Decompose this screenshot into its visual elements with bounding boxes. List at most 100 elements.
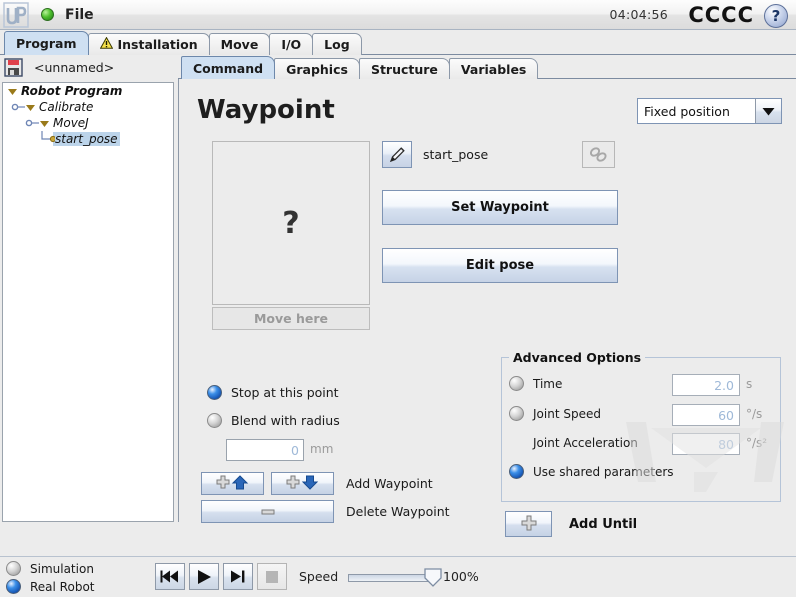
delete-waypoint-button[interactable]	[201, 500, 334, 523]
tab-program[interactable]: Program	[4, 31, 89, 55]
position-type-dropdown[interactable]: Fixed position	[637, 98, 782, 124]
tree-item-start-pose[interactable]: start_pose	[3, 131, 173, 147]
move-here-label: Move here	[253, 311, 329, 326]
add-until-row: Add Until	[505, 511, 637, 537]
advanced-time-unit: s	[746, 377, 753, 391]
transport-controls	[155, 563, 287, 590]
use-shared-parameters-label: Use shared parameters	[533, 464, 674, 479]
use-shared-parameters-radio[interactable]: Use shared parameters	[509, 464, 674, 479]
tab-installation-label: Installation	[117, 37, 198, 52]
speed-label: Speed	[299, 569, 339, 584]
robot-mode-group: Simulation Real Robot	[6, 561, 95, 597]
simulation-radio[interactable]: Simulation	[6, 561, 95, 576]
tab-program-label: Program	[16, 36, 77, 51]
command-tab-bar: Command Graphics Structure Variables	[178, 55, 796, 79]
tab-structure[interactable]: Structure	[358, 58, 450, 79]
real-robot-label: Real Robot	[30, 579, 95, 594]
program-tree[interactable]: Robot Program Calibrate MoveJ start_pose	[2, 82, 174, 522]
advanced-joint-speed-label: Joint Speed	[533, 406, 601, 421]
stop-at-point-radio[interactable]: Stop at this point	[207, 385, 339, 400]
tree-item-calibrate[interactable]: Calibrate	[3, 99, 173, 115]
tab-installation[interactable]: Installation	[87, 33, 210, 55]
plus-down-arrow-icon	[285, 475, 321, 493]
brand-label: CCCC	[688, 3, 754, 27]
radio-indicator	[509, 376, 524, 391]
speed-slider-handle[interactable]	[424, 568, 442, 587]
tree-connector	[11, 99, 25, 115]
add-until-label: Add Until	[569, 516, 638, 532]
tree-item-movej[interactable]: MoveJ	[3, 115, 173, 131]
tree-connector	[25, 115, 39, 131]
advanced-joint-speed-radio[interactable]: Joint Speed	[509, 406, 601, 421]
advanced-time-value: 2.0	[714, 377, 734, 393]
radio-indicator	[6, 579, 21, 594]
stop-square-icon[interactable]	[257, 563, 287, 590]
position-type-value: Fixed position	[644, 103, 730, 119]
floppy-disk-icon[interactable]	[4, 58, 23, 77]
blend-radius-value: 0	[291, 442, 299, 458]
file-menu[interactable]: File	[65, 7, 94, 23]
simulation-label: Simulation	[30, 561, 94, 576]
tab-structure-label: Structure	[370, 61, 438, 77]
advanced-time-input[interactable]: 2.0	[672, 374, 740, 396]
tab-graphics[interactable]: Graphics	[274, 58, 360, 79]
clock: 04:04:56	[609, 7, 668, 22]
chain-link-icon[interactable]	[582, 141, 615, 168]
expand-triangle-icon[interactable]	[39, 118, 50, 129]
chevron-down-icon[interactable]	[755, 99, 781, 123]
radio-indicator	[509, 406, 524, 421]
tab-log[interactable]: Log	[312, 33, 362, 55]
help-icon[interactable]: ?	[764, 4, 788, 28]
move-here-button[interactable]: Move here	[212, 307, 370, 330]
add-waypoint-before-button[interactable]	[201, 472, 264, 495]
advanced-joint-acceleration-input[interactable]: 80	[672, 433, 740, 455]
tree-item-label: start_pose	[53, 132, 120, 146]
advanced-joint-speed-input[interactable]: 60	[672, 404, 740, 426]
delete-waypoint-row: Delete Waypoint	[201, 500, 450, 523]
edit-pose-label: Edit pose	[465, 258, 535, 273]
program-file-toolbar: <unnamed>	[0, 55, 177, 80]
set-waypoint-button[interactable]: Set Waypoint	[382, 190, 618, 225]
speed-slider-track[interactable]	[348, 574, 436, 582]
tree-item-robot-program[interactable]: Robot Program	[3, 83, 173, 99]
advanced-joint-acceleration-value: 80	[718, 436, 734, 452]
advanced-options-title: Advanced Options	[509, 350, 646, 365]
tab-command-label: Command	[193, 60, 264, 76]
tab-variables[interactable]: Variables	[448, 58, 539, 79]
advanced-time-radio[interactable]: Time	[509, 376, 562, 391]
add-waypoint-row: Add Waypoint	[201, 472, 433, 495]
tree-item-label: Robot Program	[21, 84, 123, 98]
tab-io[interactable]: I/O	[269, 33, 314, 55]
blend-with-radius-radio[interactable]: Blend with radius	[207, 413, 340, 428]
tree-item-label: MoveJ	[53, 116, 89, 130]
tab-command[interactable]: Command	[181, 56, 276, 79]
step-forward-icon[interactable]	[223, 563, 253, 590]
warning-triangle-icon	[99, 36, 113, 52]
radio-indicator	[6, 561, 21, 576]
skip-back-icon[interactable]	[155, 563, 185, 590]
add-waypoint-label: Add Waypoint	[346, 476, 433, 491]
speed-percent: 100%	[443, 569, 479, 584]
pencil-icon[interactable]	[382, 141, 412, 168]
real-robot-radio[interactable]: Real Robot	[6, 579, 95, 594]
add-until-button[interactable]	[505, 511, 552, 537]
program-name-label: <unnamed>	[34, 60, 115, 75]
add-waypoint-after-button[interactable]	[271, 472, 334, 495]
radio-indicator	[509, 464, 524, 479]
waypoint-name-label: start_pose	[423, 147, 489, 162]
set-waypoint-label: Set Waypoint	[451, 200, 549, 215]
advanced-joint-acceleration-row: Joint Acceleration	[509, 435, 638, 450]
advanced-joint-acceleration-unit: °/s²	[746, 436, 768, 450]
advanced-time-label: Time	[533, 376, 563, 391]
blend-radius-input[interactable]: 0	[226, 439, 304, 461]
ur-logo-icon	[3, 1, 29, 28]
title-bar: File 04:04:56 CCCC ?	[0, 0, 796, 30]
play-icon[interactable]	[189, 563, 219, 590]
edit-pose-button[interactable]: Edit pose	[382, 248, 618, 283]
expand-triangle-icon[interactable]	[25, 102, 36, 113]
expand-triangle-icon[interactable]	[7, 86, 18, 97]
waypoint-name-row: start_pose	[382, 141, 488, 168]
polyscope-window: File 04:04:56 CCCC ? Program Installatio…	[0, 0, 796, 597]
tab-move[interactable]: Move	[208, 33, 271, 55]
radio-indicator	[207, 385, 222, 400]
